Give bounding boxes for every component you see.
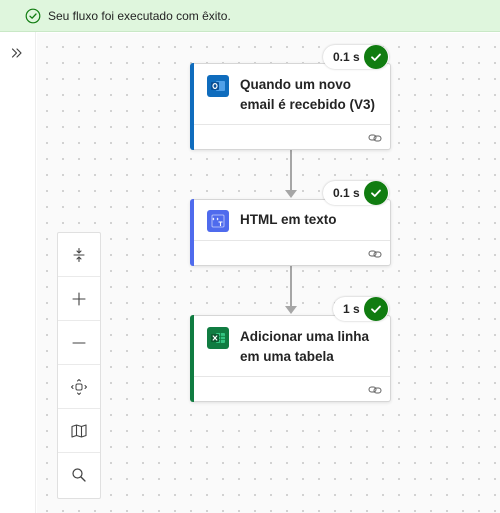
card-accent bbox=[190, 315, 194, 402]
duration-badge: 0.1 s bbox=[323, 181, 389, 205]
excel-icon bbox=[207, 327, 229, 349]
success-banner: Seu fluxo foi executado com êxito. bbox=[0, 0, 500, 32]
search-icon bbox=[72, 468, 86, 482]
success-check-icon bbox=[363, 181, 388, 205]
fit-view-icon bbox=[71, 378, 87, 395]
outlook-icon bbox=[207, 75, 229, 97]
zoom-out-button[interactable] bbox=[58, 321, 100, 365]
step-duration: 1 s bbox=[343, 302, 360, 316]
html-to-text-icon bbox=[207, 210, 229, 232]
chevron-double-right-icon bbox=[11, 48, 22, 58]
connector-arrow bbox=[285, 306, 297, 314]
card-divider bbox=[194, 376, 390, 377]
success-check-icon bbox=[363, 297, 388, 321]
check-circle-icon bbox=[25, 8, 41, 24]
search-button[interactable] bbox=[58, 453, 100, 497]
canvas-toolbar bbox=[57, 232, 101, 499]
fit-view-button[interactable] bbox=[58, 365, 100, 409]
minimap-button[interactable] bbox=[58, 409, 100, 453]
duration-badge: 1 s bbox=[333, 297, 389, 321]
card-accent bbox=[190, 199, 194, 266]
fit-vertical-icon bbox=[73, 247, 85, 262]
fit-vertical-button[interactable] bbox=[58, 233, 100, 277]
step-title: HTML em texto bbox=[240, 212, 337, 227]
expand-panel-button[interactable] bbox=[6, 42, 28, 64]
left-rail bbox=[0, 32, 36, 513]
zoom-in-icon bbox=[72, 291, 86, 306]
zoom-out-icon bbox=[72, 341, 86, 344]
card-accent bbox=[190, 63, 194, 150]
step-title: Quando um novo email é recebido (V3) bbox=[240, 77, 376, 112]
card-divider bbox=[194, 240, 390, 241]
link-icon[interactable] bbox=[368, 249, 382, 259]
step-duration: 0.1 s bbox=[333, 50, 360, 64]
connector-line bbox=[290, 266, 292, 307]
minimap-icon bbox=[71, 423, 87, 438]
flow-step-card[interactable]: Quando um novo email é recebido (V3) bbox=[190, 63, 391, 150]
zoom-in-button[interactable] bbox=[58, 277, 100, 321]
card-divider bbox=[194, 124, 390, 125]
step-duration: 0.1 s bbox=[333, 186, 360, 200]
success-message: Seu fluxo foi executado com êxito. bbox=[48, 8, 231, 23]
success-check-icon bbox=[363, 45, 388, 69]
step-title: Adicionar uma linha em uma tabela bbox=[240, 329, 370, 364]
connector-line bbox=[290, 150, 292, 191]
connector-arrow bbox=[285, 190, 297, 198]
flow-step-card[interactable]: HTML em texto bbox=[190, 199, 391, 266]
duration-badge: 0.1 s bbox=[323, 45, 389, 69]
flow-step-card[interactable]: Adicionar uma linha em uma tabela bbox=[190, 315, 391, 402]
link-icon[interactable] bbox=[368, 385, 382, 395]
link-icon[interactable] bbox=[368, 133, 382, 143]
